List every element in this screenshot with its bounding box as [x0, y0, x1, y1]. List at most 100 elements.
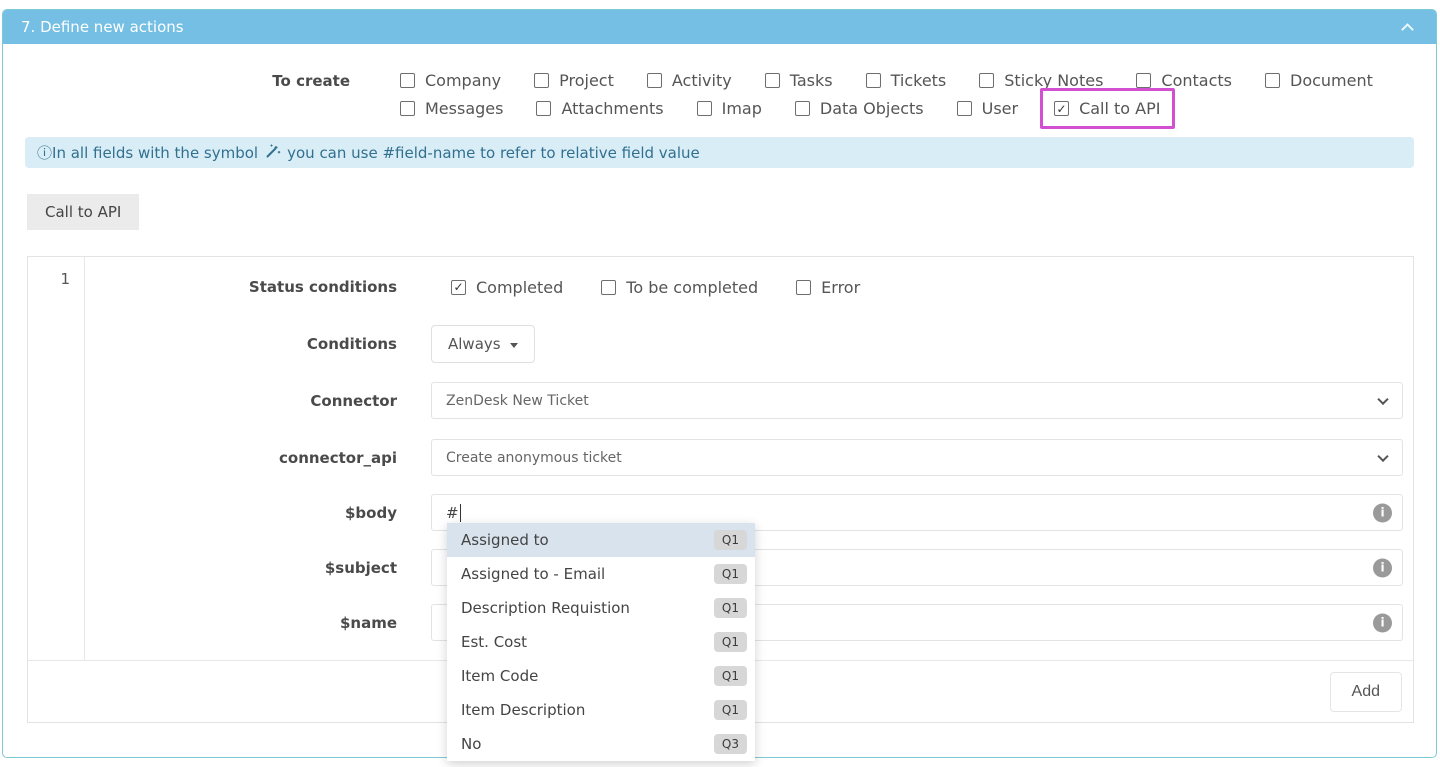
banner-text-after: you can use #field-name to refer to rela…	[287, 144, 700, 162]
text-cursor	[460, 504, 461, 522]
name-field-label: $name	[85, 614, 397, 632]
checkbox-label: To be completed	[626, 278, 758, 297]
info-circle-icon: ⓘ	[37, 142, 52, 163]
info-icon[interactable]	[1373, 503, 1392, 522]
checkbox-checked-icon	[451, 280, 466, 295]
autocomplete-item-badge: Q1	[714, 530, 747, 550]
body-input-value: #	[446, 504, 459, 522]
panel-header: 7. Define new actions	[3, 10, 1436, 44]
to-create-label: To create	[3, 72, 350, 90]
chevron-down-icon	[1377, 393, 1388, 404]
autocomplete-item-est-cost[interactable]: Est. CostQ1	[447, 625, 755, 659]
status-conditions-label: Status conditions	[85, 278, 397, 296]
autocomplete-item-item-code[interactable]: Item Code Q1	[447, 659, 755, 693]
collapse-button[interactable]	[1398, 17, 1418, 37]
checkbox-tasks[interactable]: Tasks	[765, 71, 833, 90]
subject-field-label: $subject	[85, 559, 397, 577]
checkbox-checked-icon	[1054, 101, 1069, 116]
autocomplete-item-label: Assigned to	[461, 531, 549, 549]
connector-select[interactable]: ZenDesk New Ticket	[431, 382, 1403, 419]
checkbox-label: User	[982, 99, 1018, 118]
checkbox-label: Completed	[476, 278, 563, 297]
checkbox-unchecked-icon	[1265, 73, 1280, 88]
checkbox-label: Tasks	[790, 71, 833, 90]
banner-text-before: In all fields with the symbol	[52, 144, 258, 162]
checkbox-label: Messages	[425, 99, 503, 118]
checkbox-document[interactable]: Document	[1265, 71, 1373, 90]
checkbox-error[interactable]: Error	[796, 278, 860, 297]
checkbox-label: Imap	[722, 99, 762, 118]
info-icon[interactable]	[1373, 558, 1392, 577]
info-icon[interactable]	[1373, 613, 1392, 632]
checkbox-unchecked-icon	[765, 73, 780, 88]
checkbox-activity[interactable]: Activity	[647, 71, 732, 90]
checkbox-to-be-completed[interactable]: To be completed	[601, 278, 758, 297]
autocomplete-item-label: Est. Cost	[461, 633, 527, 651]
tab-call-to-api[interactable]: Call to API	[27, 194, 139, 230]
autocomplete-item-badge: Q3	[714, 734, 747, 754]
connector-api-select[interactable]: Create anonymous ticket	[431, 439, 1403, 476]
checkbox-unchecked-icon	[534, 73, 549, 88]
chevron-up-icon	[1401, 23, 1414, 36]
body-field-label: $body	[85, 504, 397, 522]
add-button[interactable]: Add	[1330, 672, 1402, 712]
autocomplete-item-item-description[interactable]: Item Description Q1	[447, 693, 755, 727]
autocomplete-item-label: Item Description	[461, 701, 585, 719]
checkbox-unchecked-icon	[795, 101, 810, 116]
caret-down-icon	[510, 343, 518, 348]
checkbox-unchecked-icon	[957, 101, 972, 116]
checkbox-unchecked-icon	[601, 280, 616, 295]
conditions-dropdown-button[interactable]: Always	[431, 325, 535, 363]
autocomplete-item-assigned-to[interactable]: Assigned to Q1	[447, 523, 755, 557]
autocomplete-item-label: No	[461, 735, 481, 753]
checkbox-call-to-api[interactable]: Call to API	[1040, 88, 1174, 129]
info-banner: ⓘIn all fields with the symbol you can u…	[25, 137, 1414, 168]
magic-wand-icon	[265, 143, 281, 163]
checkbox-user[interactable]: User	[957, 99, 1018, 118]
status-conditions-group: Completed To be completed Error	[451, 278, 1403, 297]
checkbox-label: Call to API	[1079, 99, 1160, 118]
chevron-down-icon	[1377, 450, 1388, 461]
checkbox-unchecked-icon	[697, 101, 712, 116]
autocomplete-item-no[interactable]: No Q3	[447, 727, 755, 761]
to-create-row-1: CompanyProjectActivityTasksTicketsSticky…	[400, 71, 1373, 90]
checkbox-unchecked-icon	[400, 101, 415, 116]
checkbox-label: Data Objects	[820, 99, 924, 118]
checkbox-imap[interactable]: Imap	[697, 99, 762, 118]
to-create-section: To create Company Project Activity Tasks Tic…	[3, 44, 1436, 118]
autocomplete-item-badge: Q1	[714, 598, 747, 618]
checkbox-tickets[interactable]: Tickets	[866, 71, 947, 90]
checkbox-label: Document	[1290, 71, 1373, 90]
checkbox-project[interactable]: Project	[534, 71, 614, 90]
checkbox-unchecked-icon	[536, 101, 551, 116]
checkbox-label: Attachments	[561, 99, 663, 118]
field-autocomplete-dropdown: Assigned toQ1Assigned to - EmailQ1Descri…	[447, 523, 755, 761]
panel-title: 7. Define new actions	[21, 18, 184, 36]
connector-api-label: connector_api	[85, 449, 397, 467]
checkbox-messages[interactable]: Messages	[400, 99, 503, 118]
connector-value: ZenDesk New Ticket	[446, 393, 589, 409]
autocomplete-item-badge: Q1	[714, 700, 747, 720]
autocomplete-item-label: Item Code	[461, 667, 538, 685]
checkbox-unchecked-icon	[796, 280, 811, 295]
autocomplete-item-description-requistion[interactable]: Description RequistionQ1	[447, 591, 755, 625]
checkbox-unchecked-icon	[979, 73, 994, 88]
checkbox-unchecked-icon	[647, 73, 662, 88]
conditions-label: Conditions	[85, 335, 397, 353]
autocomplete-item-label: Assigned to - Email	[461, 565, 605, 583]
checkbox-label: Error	[821, 278, 860, 297]
checkbox-completed[interactable]: Completed	[451, 278, 563, 297]
connector-api-value: Create anonymous ticket	[446, 450, 622, 466]
to-create-row-2: Messages Attachments Imap Data Objects User C…	[400, 99, 1161, 118]
autocomplete-item-assigned-to-email[interactable]: Assigned to - Email Q1	[447, 557, 755, 591]
autocomplete-item-badge: Q1	[714, 564, 747, 584]
checkbox-label: Company	[425, 71, 501, 90]
connector-label: Connector	[85, 392, 397, 410]
checkbox-unchecked-icon	[400, 73, 415, 88]
checkbox-label: Project	[559, 71, 614, 90]
checkbox-data-objects[interactable]: Data Objects	[795, 99, 924, 118]
checkbox-company[interactable]: Company	[400, 71, 501, 90]
autocomplete-item-badge: Q1	[714, 666, 747, 686]
checkbox-label: Activity	[672, 71, 732, 90]
checkbox-attachments[interactable]: Attachments	[536, 99, 663, 118]
